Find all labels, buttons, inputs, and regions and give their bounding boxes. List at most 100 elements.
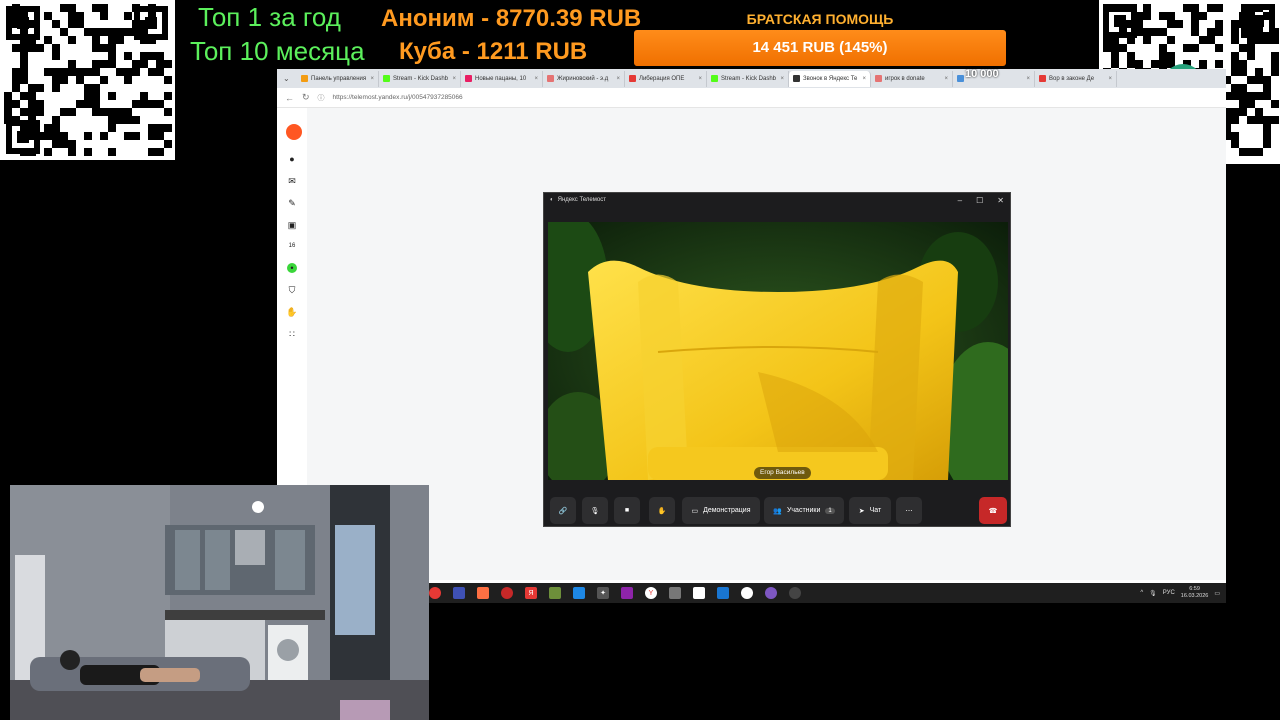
hand-icon: ✋ [657,507,667,515]
back-icon[interactable]: ← [285,93,294,103]
tab-label: игрок в donate [885,75,925,82]
site-info-icon[interactable]: ⓘ [318,93,325,103]
tab-strip: ⌄ Панель управления × Stream - Kick Dashb ×… [277,69,1226,88]
shield-icon[interactable]: ⛉ [287,285,297,295]
tab-close-icon[interactable]: × [1026,76,1030,82]
camera-icon: ■ [624,507,630,514]
counter-overlay: 10 000 [965,68,999,80]
browser-tab[interactable]: Панель управления × [297,70,379,87]
tab-close-icon[interactable]: × [534,76,538,82]
app-window-icon[interactable] [573,587,585,599]
webcam-feed [10,485,429,720]
microphone-icon: 🎙 [590,507,600,515]
tab-close-icon[interactable]: × [780,76,784,82]
security-app-icon[interactable] [477,587,489,599]
invite-link-button[interactable]: 🔗 [550,497,576,524]
telemost-taskbar-icon[interactable] [789,587,801,599]
recorder-icon[interactable] [741,587,753,599]
telemost-icon[interactable]: • [287,263,297,273]
browser-app-icon[interactable] [765,587,777,599]
browser-tab[interactable]: Stream - Kick Dashb × [379,70,461,87]
utility-app-icon[interactable] [669,587,681,599]
end-call-button[interactable]: ☎ [979,497,1007,524]
screen-share-button[interactable]: ▭ Демонстрация [682,497,760,524]
telegram-desktop-icon[interactable] [717,587,729,599]
yandex-icon[interactable]: Y [645,587,657,599]
tab-label: Stream - Kick Dashb [721,75,777,82]
yellow-chair-image [548,222,1008,480]
shield-app-icon[interactable] [453,587,465,599]
alice-icon[interactable]: ● [287,154,297,164]
tab-favicon-icon [957,75,964,82]
top-donor-year: Аноним - 8770.39 RUB [381,5,642,32]
game-app-icon[interactable] [621,587,633,599]
tab-favicon-icon [465,75,472,82]
hand-icon[interactable]: ✋ [286,307,297,317]
tab-close-icon[interactable]: × [616,76,620,82]
url-field[interactable]: https://telemost.yandex.ru/j/00547937285… [333,94,463,101]
microphone-tray-icon[interactable]: 🎙 [1149,590,1157,597]
microphone-button[interactable]: 🎙 [582,497,608,524]
qr-code-left [0,0,175,160]
browser-tab[interactable]: игрок в donate × [871,70,953,87]
tab-close-icon[interactable]: × [698,76,702,82]
mail-icon[interactable]: ✉ [287,176,297,186]
collections-icon[interactable]: ▣ [287,220,297,230]
apps-grid-icon[interactable]: ∷ [287,329,297,339]
link-icon: 🔗 [558,507,568,515]
tab-label: Панель управления [311,75,367,82]
telemost-call-window: ◐ Яндекс Телемост – ☐ ✕ Егор Васильев 🔗 … [543,192,1011,527]
tab-favicon-icon [1039,75,1046,82]
stream-screen: ₮ Топ 1 за год Топ 10 месяца Аноним - 87… [0,0,1280,720]
sixteen-plus-icon[interactable]: 16 [287,241,297,251]
tab-close-icon[interactable]: × [370,76,374,82]
system-tray: ^ 🎙 РУС 6:59 16.03.2026 ▭ [1140,583,1220,603]
screen-icon: ▭ [691,507,699,515]
browser-tab[interactable]: Либерация ОПЕ × [625,70,707,87]
participants-button[interactable]: 👥 Участники 1 [764,497,844,524]
tab-favicon-icon [875,75,882,82]
help-goal-progress: 14 451 RUB (145%) [634,30,1006,66]
clock-date: 16.03.2026 [1180,593,1209,599]
minimize-icon[interactable]: – [958,196,962,205]
tray-chevron-icon[interactable]: ^ [1140,590,1143,596]
obs-icon[interactable] [693,587,705,599]
tab-list-icon[interactable]: ⌄ [283,74,297,83]
yandex-browser-icon[interactable]: Я [525,587,537,599]
yandex-logo-icon[interactable] [286,124,302,140]
top-year-label: Топ 1 за год [198,2,341,32]
browser-tab[interactable]: Звонок в Яндекс Те × [789,70,871,87]
raise-hand-button[interactable]: ✋ [649,497,675,524]
tab-favicon-icon [793,75,800,82]
tab-close-icon[interactable]: × [1108,76,1112,82]
close-icon[interactable]: ✕ [997,196,1004,205]
tab-close-icon[interactable]: × [452,76,456,82]
minecraft-icon[interactable] [549,587,561,599]
browser-tab[interactable]: Жириновский - э.д × [543,70,625,87]
reload-icon[interactable]: ↻ [302,92,310,103]
maximize-icon[interactable]: ☐ [976,196,983,205]
browser-tab[interactable]: Новые пацаны, 10 × [461,70,543,87]
top-donor-month: Куба - 1211 RUB [399,38,588,65]
browser-tab[interactable]: Stream - Kick Dashb × [707,70,789,87]
edit-icon[interactable]: ✎ [287,198,297,208]
chat-button[interactable]: ➤ Чат [849,497,891,524]
tab-label: Вор в законе Де [1049,75,1095,82]
tab-favicon-icon [711,75,718,82]
participants-count: 1 [825,507,835,514]
chat-label: Чат [869,507,882,514]
notifications-icon[interactable]: ▭ [1214,590,1220,597]
tab-close-icon[interactable]: × [862,76,866,82]
opera-icon[interactable] [501,587,513,599]
participants-label: Участники [786,507,821,514]
language-indicator[interactable]: РУС [1163,590,1175,596]
tab-close-icon[interactable]: × [944,76,948,82]
chrome-icon[interactable] [429,587,441,599]
help-goal-title: БРАТСКАЯ ПОМОЩЬ [746,11,894,27]
settings-app-icon[interactable]: ✦ [597,587,609,599]
browser-tab[interactable]: Вор в законе Де × [1035,70,1117,87]
clock[interactable]: 6:59 16.03.2026 [1181,586,1209,600]
more-button[interactable]: ⋯ [896,497,922,524]
camera-button[interactable]: ■ [614,497,640,524]
tab-favicon-icon [383,75,390,82]
